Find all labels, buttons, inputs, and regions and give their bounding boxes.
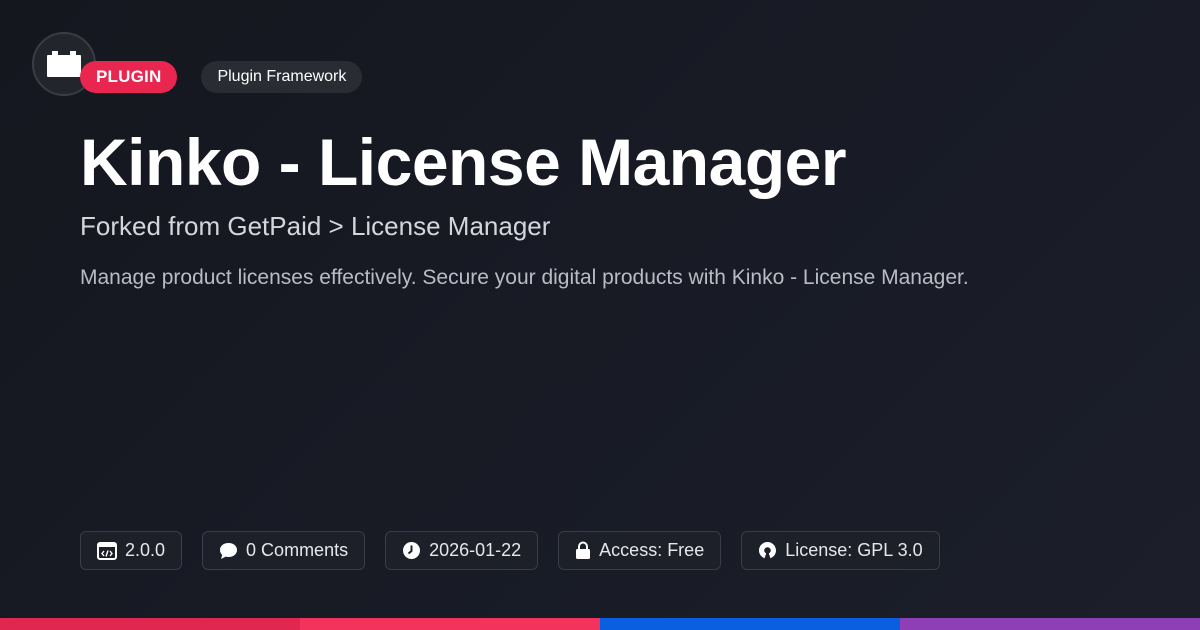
plugin-block-icon [47, 51, 81, 77]
social-card: PLUGIN Plugin Framework Kinko - License … [0, 0, 1200, 630]
access-chip: Access: Free [558, 531, 722, 570]
tag-row: PLUGIN Plugin Framework [80, 61, 363, 93]
category-tag[interactable]: Plugin Framework [201, 61, 363, 93]
date-label: 2026-01-22 [429, 540, 522, 560]
license-chip: License: GPL 3.0 [741, 531, 940, 570]
stripe-segment [900, 618, 1200, 630]
page-subtitle: Forked from GetPaid > License Manager [80, 211, 551, 241]
lock-icon [576, 541, 591, 559]
date-chip: 2026-01-22 [385, 531, 539, 570]
accent-stripe [0, 618, 1200, 630]
type-badge[interactable]: PLUGIN [80, 61, 178, 93]
stripe-segment [600, 618, 900, 630]
comments-chip[interactable]: 0 Comments [202, 531, 366, 570]
meta-row: 2.0.0 0 Comments 2026-01-22 Access: Free [80, 531, 940, 570]
stripe-segment [300, 618, 600, 630]
clock-icon [403, 542, 421, 559]
stripe-segment [0, 618, 300, 630]
version-chip: 2.0.0 [80, 531, 183, 570]
speech-bubble-icon [220, 542, 238, 559]
license-label: License: GPL 3.0 [785, 540, 923, 560]
access-label: Access: Free [599, 540, 705, 560]
version-label: 2.0.0 [125, 540, 166, 560]
page-description: Manage product licenses effectively. Sec… [80, 266, 969, 289]
page-title: Kinko - License Manager [80, 125, 847, 199]
comments-label: 0 Comments [246, 540, 349, 560]
code-window-icon [97, 541, 117, 560]
open-source-icon [759, 542, 777, 559]
